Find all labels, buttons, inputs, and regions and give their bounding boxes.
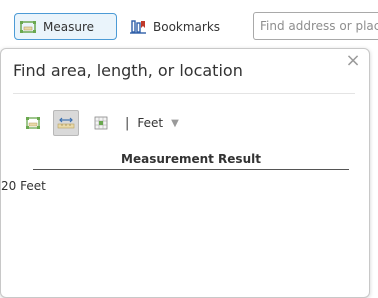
measure-button[interactable]: Measure xyxy=(14,13,117,40)
distance-icon xyxy=(57,117,75,129)
unit-selected: Feet xyxy=(137,116,164,130)
result-value: 20 Feet xyxy=(1,179,46,193)
tool-separator: | xyxy=(125,115,130,131)
bookmarks-button[interactable]: Bookmarks xyxy=(125,13,245,40)
unit-dropdown[interactable]: Feet ▼ xyxy=(137,116,178,130)
location-icon xyxy=(94,116,108,130)
title-divider xyxy=(13,93,355,94)
panel-title: Find area, length, or location xyxy=(13,61,243,80)
app-toolbar: Measure Bookmarks Find address or place xyxy=(0,0,378,46)
search-placeholder: Find address or place xyxy=(260,19,378,33)
measure-panel: × Find area, length, or location | Feet … xyxy=(0,48,370,298)
search-input[interactable]: Find address or place xyxy=(253,12,378,40)
area-tool-button[interactable] xyxy=(21,111,45,135)
distance-tool-button[interactable] xyxy=(53,110,79,136)
area-icon xyxy=(26,117,40,129)
result-header: Measurement Result xyxy=(121,152,261,166)
measure-button-label: Measure xyxy=(43,19,94,34)
close-icon[interactable]: × xyxy=(345,52,361,70)
measure-icon xyxy=(20,20,36,33)
bookmarks-icon xyxy=(130,19,146,34)
measure-tools: | Feet ▼ xyxy=(21,110,179,136)
chevron-down-icon: ▼ xyxy=(171,117,179,129)
location-tool-button[interactable] xyxy=(89,111,113,135)
bookmarks-button-label: Bookmarks xyxy=(153,19,221,34)
result-divider xyxy=(33,169,349,170)
